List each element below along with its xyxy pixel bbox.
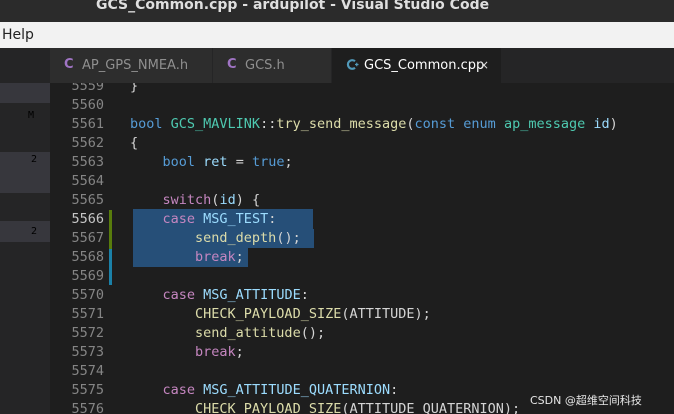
- code-editor[interactable]: 5559} 5560 5561 bool GCS_MAVLINK::try_sen…: [50, 83, 674, 414]
- code-text: CHECK_PAYLOAD_SIZE(ATTITUDE_QUATERNION);: [195, 401, 521, 414]
- line-number: 5561: [71, 116, 104, 132]
- line-number: 5564: [71, 173, 104, 189]
- code-text: }: [130, 83, 139, 94]
- line-number: 5568: [71, 249, 104, 265]
- code-text: case MSG_ATTITUDE_QUATERNION:: [162, 382, 399, 398]
- line-number: 5559: [71, 83, 104, 94]
- window-titlebar: GCS_Common.cpp - ardupilot - Visual Stud…: [0, 0, 674, 22]
- code-line: 5559}: [50, 83, 674, 96]
- code-line: 5560: [50, 96, 674, 115]
- window-title: GCS_Common.cpp - ardupilot - Visual Stud…: [96, 0, 490, 13]
- code-text: break;: [195, 249, 244, 265]
- line-number: 5567: [71, 230, 104, 246]
- code-text: send_attitude();: [195, 325, 326, 341]
- modified-badge: M: [28, 110, 35, 121]
- sidebar-highlight: [0, 152, 50, 193]
- code-text: bool ret = true;: [162, 154, 293, 170]
- problem-count-badge: 2: [31, 154, 38, 165]
- watermark: CSDN @超维空间科技: [530, 394, 642, 407]
- line-number: 5576: [71, 401, 104, 414]
- code-text: switch(id) {: [162, 192, 261, 208]
- code-text: {: [130, 135, 139, 151]
- code-line: 5570 case MSG_ATTITUDE:: [50, 286, 674, 305]
- code-line: 5568 break;: [50, 248, 674, 267]
- line-number: 5566: [71, 211, 104, 227]
- tab-ap-gps-nmea-h[interactable]: C AP_GPS_NMEA.h: [50, 48, 213, 83]
- editor-tab-strip: C AP_GPS_NMEA.h C GCS.h GCS_Common.cpp ×: [0, 48, 674, 83]
- tab-label: GCS_Common.cpp: [364, 58, 485, 73]
- line-number: 5574: [71, 363, 104, 379]
- line-number: 5563: [71, 154, 104, 170]
- line-number: 5560: [71, 97, 104, 113]
- line-number: 5570: [71, 287, 104, 303]
- tab-gcs-common-cpp[interactable]: GCS_Common.cpp ×: [332, 48, 502, 83]
- code-line: 5574: [50, 362, 674, 381]
- code-line: 5571 CHECK_PAYLOAD_SIZE(ATTITUDE);: [50, 305, 674, 324]
- code-text: case MSG_TEST:: [162, 211, 277, 227]
- code-line: 5566 case MSG_TEST:: [50, 210, 674, 229]
- code-line: 5567 send_depth();: [50, 229, 674, 248]
- code-text: bool GCS_MAVLINK::try_send_message(const…: [130, 116, 618, 132]
- code-line: 5561 bool GCS_MAVLINK::try_send_message(c…: [50, 115, 674, 134]
- code-line: 5573 break;: [50, 343, 674, 362]
- code-line: 5564: [50, 172, 674, 191]
- scm-sidebar: M 2 2: [0, 83, 50, 414]
- menu-bar: Help: [0, 22, 674, 48]
- line-number: 5569: [71, 268, 104, 284]
- close-icon[interactable]: ×: [479, 58, 489, 72]
- sidebar-highlight: [0, 83, 50, 103]
- line-number: 5565: [71, 192, 104, 208]
- code-text: break;: [195, 344, 244, 360]
- line-number: 5575: [71, 382, 104, 398]
- tab-gcs-h[interactable]: C GCS.h: [213, 48, 332, 83]
- tab-label: AP_GPS_NMEA.h: [82, 58, 189, 73]
- code-text: send_depth();: [195, 230, 301, 246]
- code-line: 5572 send_attitude();: [50, 324, 674, 343]
- sidebar-highlight: [0, 221, 50, 242]
- line-number: 5562: [71, 135, 104, 151]
- c-file-icon: C: [227, 57, 237, 72]
- line-number: 5572: [71, 325, 104, 341]
- code-line: 5563 bool ret = true;: [50, 153, 674, 172]
- code-line: 5562 {: [50, 134, 674, 153]
- menu-item-help[interactable]: Help: [2, 27, 34, 43]
- line-number: 5573: [71, 344, 104, 360]
- line-number: 5571: [71, 306, 104, 322]
- c-file-icon: C: [64, 57, 74, 72]
- code-line: 5569: [50, 267, 674, 286]
- code-line: 5565 switch(id) {: [50, 191, 674, 210]
- cpp-file-icon: [346, 58, 359, 74]
- code-text: case MSG_ATTITUDE:: [162, 287, 309, 303]
- tab-label: GCS.h: [245, 58, 285, 73]
- problem-count-badge: 2: [31, 226, 38, 237]
- code-text: CHECK_PAYLOAD_SIZE(ATTITUDE);: [195, 306, 431, 322]
